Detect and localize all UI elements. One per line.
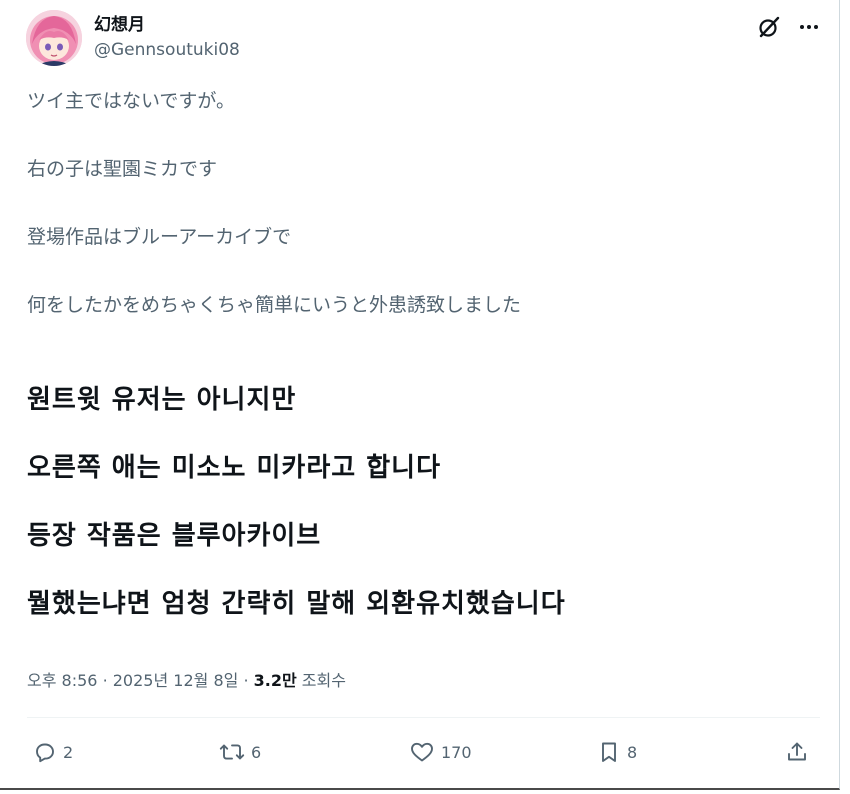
post-text-ko-line: 오른쪽 애는 미소노 미카라고 합니다 — [27, 453, 442, 483]
grok-button[interactable] — [756, 14, 782, 40]
repost-button[interactable]: 6 — [219, 734, 261, 770]
post-text-jp-line: 何をしたかをめちゃくちゃ簡単にいうと外患誘致しました — [27, 294, 522, 316]
post-body: ツイ主ではないですが。 右の子は聖園ミカです 登場作品はブルーアーカイブで 何を… — [27, 88, 817, 622]
avatar-image — [26, 10, 82, 66]
author-info: 幻想月 @Gennsoutuki08 — [94, 14, 240, 61]
action-bar: 2 6 170 8 — [27, 734, 817, 770]
views-label: 조회수 — [301, 671, 346, 690]
more-icon — [800, 25, 818, 29]
post-date[interactable]: 2025년 12월 8일 — [113, 671, 239, 690]
author-handle[interactable]: @Gennsoutuki08 — [94, 39, 240, 61]
repost-count: 6 — [251, 742, 262, 762]
like-button[interactable]: 170 — [409, 734, 472, 770]
bookmark-count: 8 — [627, 742, 638, 762]
reply-count: 2 — [63, 742, 74, 762]
meta-separator: · — [243, 671, 249, 690]
post-text-jp-line: ツイ主ではないですが。 — [27, 90, 236, 112]
views-count[interactable]: 3.2만 — [254, 671, 297, 690]
share-icon — [788, 742, 806, 761]
header-actions — [756, 14, 822, 40]
grok-icon — [759, 16, 780, 38]
meta-separator: · — [102, 671, 108, 690]
post-text-ko-line: 원트윗 유저는 아니지만 — [27, 385, 297, 415]
divider — [27, 717, 820, 718]
author-display-name[interactable]: 幻想月 — [94, 14, 240, 36]
reply-button[interactable]: 2 — [33, 734, 73, 770]
repost-icon — [219, 744, 245, 760]
post-meta: 오후 8:56 · 2025년 12월 8일 · 3.2만 조회수 — [27, 670, 346, 692]
bookmark-button[interactable]: 8 — [597, 734, 637, 770]
post-time[interactable]: 오후 8:56 — [27, 671, 97, 690]
bookmark-icon — [602, 742, 616, 762]
post-header: 幻想月 @Gennsoutuki08 — [26, 10, 826, 70]
avatar[interactable] — [26, 10, 82, 66]
reply-icon — [36, 743, 54, 763]
heart-icon — [411, 742, 433, 762]
share-button[interactable] — [785, 734, 809, 770]
like-count: 170 — [441, 742, 472, 762]
post-text-ko-line: 등장 작품은 블루아카이브 — [27, 521, 322, 551]
post-text-ko-line: 뭘했는냐면 엄청 간략히 말해 외환유치했습니다 — [27, 589, 566, 619]
post-text-jp-line: 右の子は聖園ミカです — [27, 158, 218, 180]
post-card: 幻想月 @Gennsoutuki08 ツイ主ではないですが。 右の子は聖園ミカで — [0, 0, 840, 790]
post-text-jp-line: 登場作品はブルーアーカイブで — [27, 226, 292, 248]
more-button[interactable] — [796, 14, 822, 40]
